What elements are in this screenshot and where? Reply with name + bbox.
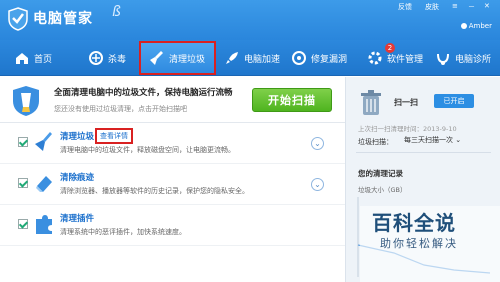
user-avatar-icon bbox=[460, 23, 467, 29]
weekly-scan-toggle[interactable]: 已开启 bbox=[434, 94, 474, 108]
clear-traces-checkbox[interactable] bbox=[18, 178, 28, 188]
trash-size-axis-label: 垃圾大小（GB） bbox=[358, 186, 407, 194]
last-clean-time: 上次扫一扫清理时间：2013-9-10 bbox=[358, 125, 457, 133]
shield-broom-icon bbox=[13, 86, 39, 116]
nav-clinic[interactable]: 电脑诊所 bbox=[435, 40, 491, 76]
clear-traces-desc: 清除浏览器、播放器等软件的历史记录，保护您的隐私安全。 bbox=[60, 187, 249, 195]
scan-frequency-select[interactable]: 每三天扫描一次 ⌄ bbox=[404, 135, 461, 145]
nav-label: 清理垃圾 bbox=[169, 54, 206, 65]
divider bbox=[356, 152, 491, 153]
clean-trash-title[interactable]: 清理垃圾 bbox=[60, 130, 94, 142]
clean-plugins-row: 清理插件 清理系统中的恶评插件，加快系统速度。 bbox=[0, 206, 345, 246]
app-logo-icon bbox=[8, 7, 28, 31]
nav-speedup[interactable]: 电脑加速 bbox=[224, 40, 280, 76]
chevron-down-icon[interactable]: ⌄ bbox=[311, 137, 324, 150]
watermark-title: 百科全说 bbox=[372, 211, 456, 235]
clean-plugins-desc: 清理系统中的恶评插件，加快系统速度。 bbox=[60, 228, 186, 236]
software-update-badge: 2 bbox=[385, 43, 395, 53]
nav-label: 首页 bbox=[34, 54, 53, 65]
scan-frequency-label: 垃圾扫描： bbox=[358, 138, 393, 146]
nav-label: 杀毒 bbox=[108, 54, 127, 65]
clean-records-title: 您的清理记录 bbox=[358, 169, 403, 178]
close-button[interactable]: ✕ bbox=[484, 2, 490, 10]
clinic-icon bbox=[437, 53, 449, 65]
broom-icon bbox=[35, 132, 52, 151]
chevron-down-icon: ⌄ bbox=[455, 136, 462, 144]
minimize-button[interactable]: － bbox=[468, 2, 475, 12]
scan-frequency-value: 每三天扫描一次 bbox=[404, 136, 453, 144]
feedback-button[interactable]: 反馈 bbox=[398, 2, 412, 12]
view-details-link[interactable]: 查看详情 bbox=[95, 128, 133, 144]
clean-trash-checkbox[interactable] bbox=[18, 137, 28, 147]
clean-trash-desc: 清理电脑中的垃圾文件，释放磁盘空间，让电脑更流畅。 bbox=[60, 146, 235, 154]
weekly-scan-label: 扫一扫 bbox=[394, 98, 418, 107]
clean-plugins-checkbox[interactable] bbox=[18, 219, 28, 229]
main-content: 全面清理电脑中的垃圾文件，保持电脑运行流畅 您还没有使用过垃圾清理，点击开始扫描… bbox=[0, 77, 345, 282]
app-title: 电脑管家 bbox=[33, 11, 93, 27]
nav-software[interactable]: 2 软件管理 bbox=[367, 40, 423, 76]
watermark-subtitle: 助你轻松解决 bbox=[380, 237, 458, 250]
nav-label: 电脑加速 bbox=[244, 54, 281, 65]
user-name: Amber bbox=[468, 22, 492, 30]
antivirus-icon bbox=[89, 51, 103, 65]
nav-clean-trash[interactable]: 清理垃圾 bbox=[139, 41, 216, 75]
nav-label: 修复漏洞 bbox=[311, 54, 348, 65]
clean-plugins-title[interactable]: 清理插件 bbox=[60, 212, 94, 224]
rocket-icon bbox=[226, 52, 238, 64]
nav-label: 电脑诊所 bbox=[455, 54, 492, 65]
app-title-script: ß bbox=[112, 4, 121, 20]
clean-trash-row: 清理垃圾 查看详情 清理电脑中的垃圾文件，释放磁盘空间，让电脑更流畅。 ⌄ bbox=[0, 124, 345, 164]
chevron-down-icon[interactable]: ⌄ bbox=[311, 178, 324, 191]
puzzle-icon bbox=[36, 215, 52, 234]
main-nav: 首页 杀毒 清理垃圾 电脑加速 修复漏洞 2 软件管理 电脑诊所 bbox=[0, 40, 500, 76]
user-account[interactable]: Amber bbox=[460, 22, 492, 30]
banner-title: 全面清理电脑中的垃圾文件，保持电脑运行流畅 bbox=[54, 88, 233, 98]
banner-subtitle: 您还没有使用过垃圾清理，点击开始扫描吧 bbox=[54, 105, 187, 113]
title-bar: 电脑管家 ß 反馈 皮肤 ≡ － ✕ Amber bbox=[0, 0, 500, 40]
nav-home[interactable]: 首页 bbox=[14, 40, 52, 76]
skin-button[interactable]: 皮肤 bbox=[425, 2, 439, 12]
home-icon bbox=[16, 53, 28, 64]
start-scan-button[interactable]: 开始扫描 bbox=[252, 88, 332, 112]
nav-patch[interactable]: 修复漏洞 bbox=[291, 40, 347, 76]
clean-banner: 全面清理电脑中的垃圾文件，保持电脑运行流畅 您还没有使用过垃圾清理，点击开始扫描… bbox=[0, 77, 345, 123]
software-icon bbox=[368, 51, 382, 65]
nav-antivirus[interactable]: 杀毒 bbox=[88, 40, 126, 76]
eraser-icon bbox=[36, 176, 52, 192]
broom-icon bbox=[150, 51, 163, 65]
trash-icon bbox=[361, 90, 381, 115]
clear-traces-title[interactable]: 清除痕迹 bbox=[60, 171, 94, 183]
menu-icon[interactable]: ≡ bbox=[452, 2, 458, 10]
nav-label: 软件管理 bbox=[387, 54, 424, 65]
clear-traces-row: 清除痕迹 清除浏览器、播放器等软件的历史记录，保护您的隐私安全。 ⌄ bbox=[0, 165, 345, 205]
patch-icon bbox=[292, 51, 306, 65]
